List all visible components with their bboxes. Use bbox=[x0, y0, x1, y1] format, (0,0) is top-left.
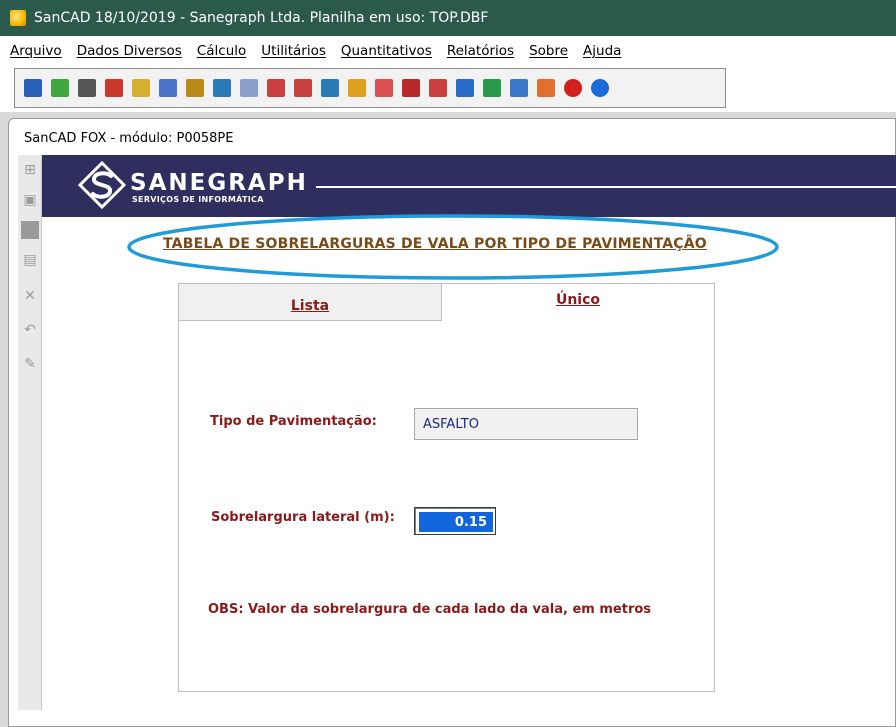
bucket-icon bbox=[105, 79, 123, 97]
print-button[interactable] bbox=[291, 76, 315, 100]
main-toolbar bbox=[14, 68, 726, 108]
add-record-icon[interactable]: ⊞ bbox=[21, 161, 39, 179]
menu-calculo[interactable]: Cálculo bbox=[197, 43, 246, 59]
menu-bar: Arquivo Dados Diversos Cálculo Utilitári… bbox=[0, 40, 896, 62]
edit-sheet-icon bbox=[132, 79, 150, 97]
obs-note: OBS: Valor da sobrelargura de cada lado … bbox=[208, 602, 652, 617]
tab-lista-label: Lista bbox=[290, 298, 330, 314]
export-blue-button[interactable] bbox=[453, 76, 477, 100]
document-icon bbox=[240, 79, 258, 97]
tools-button[interactable] bbox=[345, 76, 369, 100]
tab-lista[interactable]: Lista bbox=[179, 284, 442, 321]
window-title: SanCAD 18/10/2019 - Sanegraph Ltda. Plan… bbox=[34, 10, 489, 26]
exit-door-button[interactable] bbox=[21, 76, 45, 100]
export-green-icon bbox=[483, 79, 501, 97]
edit-icon[interactable]: ✎ bbox=[21, 355, 39, 373]
edit-pencil-button[interactable] bbox=[318, 76, 342, 100]
menu-dados-diversos[interactable]: Dados Diversos bbox=[77, 43, 182, 59]
tab-panel bbox=[178, 283, 715, 692]
import-button[interactable] bbox=[75, 76, 99, 100]
line-chart-icon bbox=[375, 79, 393, 97]
child-window-title: SanCAD FOX - módulo: P0058PE bbox=[24, 131, 234, 146]
record-toolbar: ⊞ ▣ ▤ ✕ ↶ ✎ bbox=[18, 155, 42, 710]
blank-icon[interactable] bbox=[21, 221, 39, 239]
sanegraph-logo-icon bbox=[78, 161, 126, 209]
save-icon[interactable]: ▣ bbox=[21, 191, 39, 209]
sobrelargura-input[interactable]: 0.15 bbox=[414, 507, 496, 535]
logo-subtitle: SERVIÇOS DE INFORMÁTICA bbox=[132, 195, 264, 204]
help-red-button[interactable] bbox=[561, 76, 585, 100]
monitor-icon[interactable]: ▤ bbox=[21, 251, 39, 269]
tab-unico-label: Único bbox=[555, 292, 601, 308]
title-bar: SanCAD 18/10/2019 - Sanegraph Ltda. Plan… bbox=[0, 0, 896, 36]
menu-utilitarios[interactable]: Utilitários bbox=[261, 43, 326, 59]
import-icon bbox=[78, 79, 96, 97]
grid-icon bbox=[402, 79, 420, 97]
pavimentacao-field[interactable]: ASFALTO bbox=[414, 408, 638, 440]
pavimentacao-label: Tipo de Pavimentação: bbox=[210, 414, 377, 429]
users-icon bbox=[537, 79, 555, 97]
window-button[interactable] bbox=[507, 76, 531, 100]
menu-sobre[interactable]: Sobre bbox=[529, 43, 568, 59]
logo-rule bbox=[316, 186, 896, 188]
books-icon bbox=[186, 79, 204, 97]
bucket-button[interactable] bbox=[102, 76, 126, 100]
export-red-button[interactable] bbox=[426, 76, 450, 100]
sancad-app-icon[interactable] bbox=[10, 10, 26, 26]
tools-icon bbox=[348, 79, 366, 97]
exit-door-icon bbox=[24, 79, 42, 97]
grid-button[interactable] bbox=[399, 76, 423, 100]
menu-arquivo[interactable]: Arquivo bbox=[10, 43, 62, 59]
help-blue-icon bbox=[591, 79, 609, 97]
print-preview-button[interactable] bbox=[264, 76, 288, 100]
document-button[interactable] bbox=[237, 76, 261, 100]
sobrelargura-label: Sobrelargura lateral (m): bbox=[211, 510, 395, 525]
calculator-icon bbox=[213, 79, 231, 97]
line-chart-button[interactable] bbox=[372, 76, 396, 100]
edit-pencil-icon bbox=[321, 79, 339, 97]
help-red-icon bbox=[564, 79, 582, 97]
menu-quantitativos[interactable]: Quantitativos bbox=[341, 43, 432, 59]
tab-unico[interactable]: Único bbox=[442, 284, 714, 320]
users-button[interactable] bbox=[534, 76, 558, 100]
search-button[interactable] bbox=[156, 76, 180, 100]
sobrelargura-value: 0.15 bbox=[419, 512, 493, 532]
highlight-ellipse bbox=[127, 214, 779, 280]
help-blue-button[interactable] bbox=[588, 76, 612, 100]
search-icon bbox=[159, 79, 177, 97]
books-button[interactable] bbox=[183, 76, 207, 100]
window-icon bbox=[510, 79, 528, 97]
undo-icon[interactable]: ↶ bbox=[21, 321, 39, 339]
delete-icon[interactable]: ✕ bbox=[21, 287, 39, 305]
print-icon bbox=[294, 79, 312, 97]
menu-relatorios[interactable]: Relatórios bbox=[447, 43, 514, 59]
calculator-button[interactable] bbox=[210, 76, 234, 100]
print-preview-icon bbox=[267, 79, 285, 97]
download-button[interactable] bbox=[48, 76, 72, 100]
download-icon bbox=[51, 79, 69, 97]
export-red-icon bbox=[429, 79, 447, 97]
menu-ajuda[interactable]: Ajuda bbox=[583, 43, 621, 59]
export-green-button[interactable] bbox=[480, 76, 504, 100]
edit-sheet-button[interactable] bbox=[129, 76, 153, 100]
logo-wordmark: SANEGRAPH bbox=[130, 170, 308, 196]
export-blue-icon bbox=[456, 79, 474, 97]
